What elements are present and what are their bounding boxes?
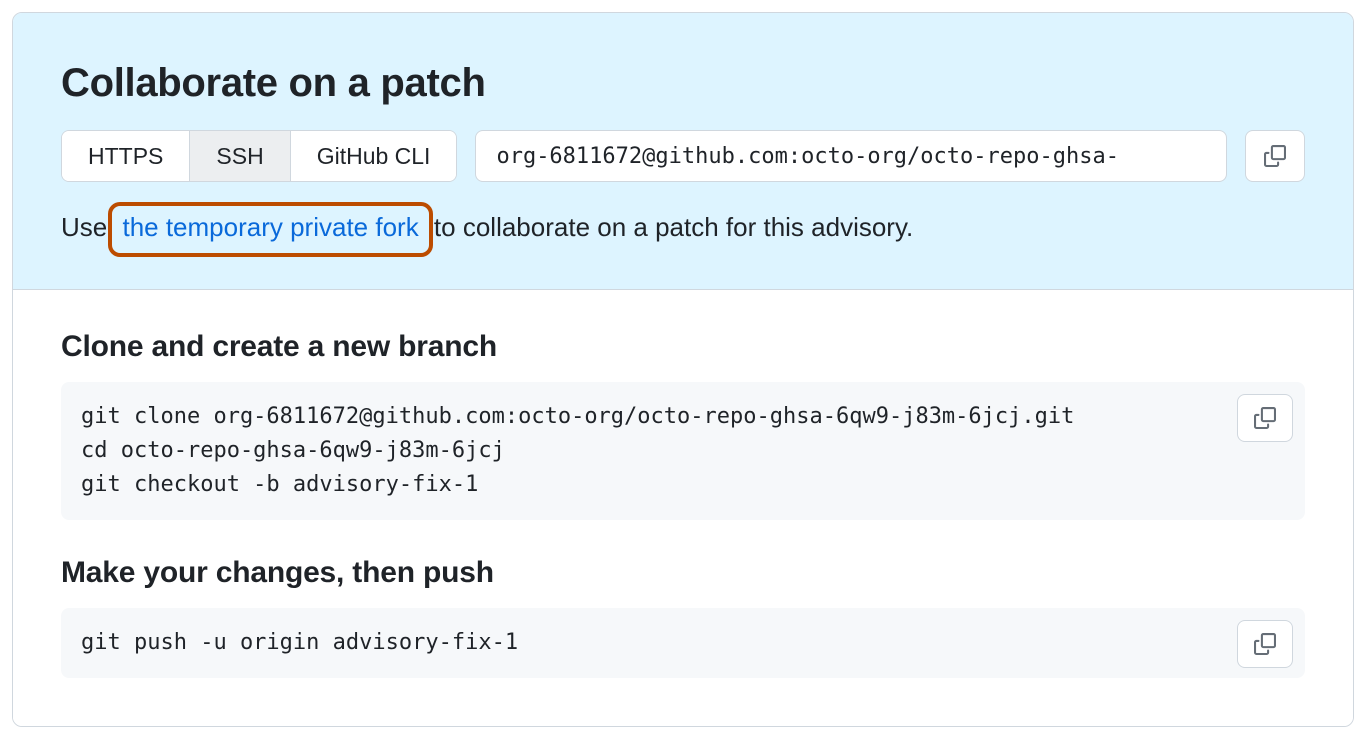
clone-code-block: git clone org-6811672@github.com:octo-or… [61,382,1305,520]
clone-url-input[interactable]: org-6811672@github.com:octo-org/octo-rep… [475,130,1227,182]
fork-description: Use the temporary private fork to collab… [61,206,1305,253]
copy-url-button[interactable] [1245,130,1305,182]
push-section-title: Make your changes, then push [61,556,1305,590]
card-title: Collaborate on a patch [61,61,1305,106]
collaborate-card: Collaborate on a patch HTTPS SSH GitHub … [12,12,1354,727]
tab-ssh[interactable]: SSH [190,131,290,181]
card-header-section: Collaborate on a patch HTTPS SSH GitHub … [13,13,1353,290]
desc-prefix: Use [61,212,114,242]
copy-icon [1254,633,1276,655]
tab-github-cli[interactable]: GitHub CLI [291,131,457,181]
copy-push-code-button[interactable] [1237,620,1293,668]
copy-clone-code-button[interactable] [1237,394,1293,442]
clone-url-text: org-6811672@github.com:octo-org/octo-rep… [496,144,1119,169]
clone-protocol-row: HTTPS SSH GitHub CLI org-6811672@github.… [61,130,1305,182]
push-code[interactable]: git push -u origin advisory-fix-1 [81,626,1285,660]
instructions-section: Clone and create a new branch git clone … [13,290,1353,726]
private-fork-link[interactable]: the temporary private fork [122,212,418,242]
desc-suffix: to collaborate on a patch for this advis… [427,212,914,242]
tab-https[interactable]: HTTPS [62,131,190,181]
copy-icon [1264,145,1286,167]
clone-code[interactable]: git clone org-6811672@github.com:octo-or… [81,400,1285,502]
protocol-tabs: HTTPS SSH GitHub CLI [61,130,457,182]
highlight-annotation: the temporary private fork [108,202,432,257]
copy-icon [1254,407,1276,429]
push-code-block: git push -u origin advisory-fix-1 [61,608,1305,678]
clone-section-title: Clone and create a new branch [61,330,1305,364]
